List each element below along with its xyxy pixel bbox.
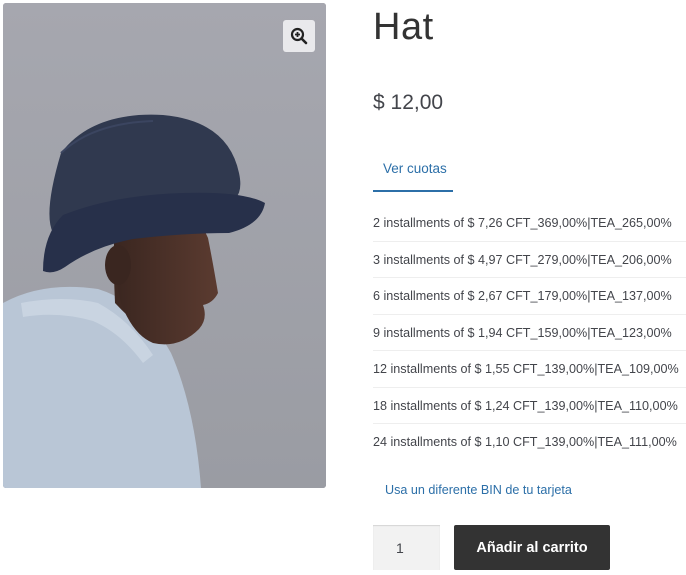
installment-row: 6 installments of $ 2,67 CFT_179,00%|TEA…	[373, 278, 686, 315]
product-price: $ 12,00	[373, 91, 444, 114]
product-title: Hat	[373, 6, 434, 48]
add-to-cart-button[interactable]: Añadir al carrito	[454, 525, 610, 570]
installment-row: 18 installments of $ 1,24 CFT_139,00%|TE…	[373, 388, 686, 424]
product-image[interactable]	[3, 3, 326, 488]
installment-row: 24 installments of $ 1,10 CFT_139,00%|TE…	[373, 435, 677, 449]
different-bin-link[interactable]: Usa un diferente BIN de tu tarjeta	[385, 483, 572, 497]
installment-row: 9 installments of $ 1,94 CFT_159,00%|TEA…	[373, 315, 686, 351]
installment-row: 2 installments of $ 7,26 CFT_369,00%|TEA…	[373, 205, 686, 242]
product-photo	[3, 3, 326, 488]
installment-row: 3 installments of $ 4,97 CFT_279,00%|TEA…	[373, 242, 686, 278]
zoom-button[interactable]	[283, 20, 315, 52]
quantity-input[interactable]	[373, 525, 440, 570]
installment-row: 12 installments of $ 1,55 CFT_139,00%|TE…	[373, 351, 686, 388]
tab-ver-cuotas[interactable]: Ver cuotas	[373, 150, 453, 192]
zoom-in-icon	[290, 27, 308, 45]
installments-list: 2 installments of $ 7,26 CFT_369,00%|TEA…	[373, 205, 686, 461]
tab-label: Ver cuotas	[383, 161, 447, 176]
